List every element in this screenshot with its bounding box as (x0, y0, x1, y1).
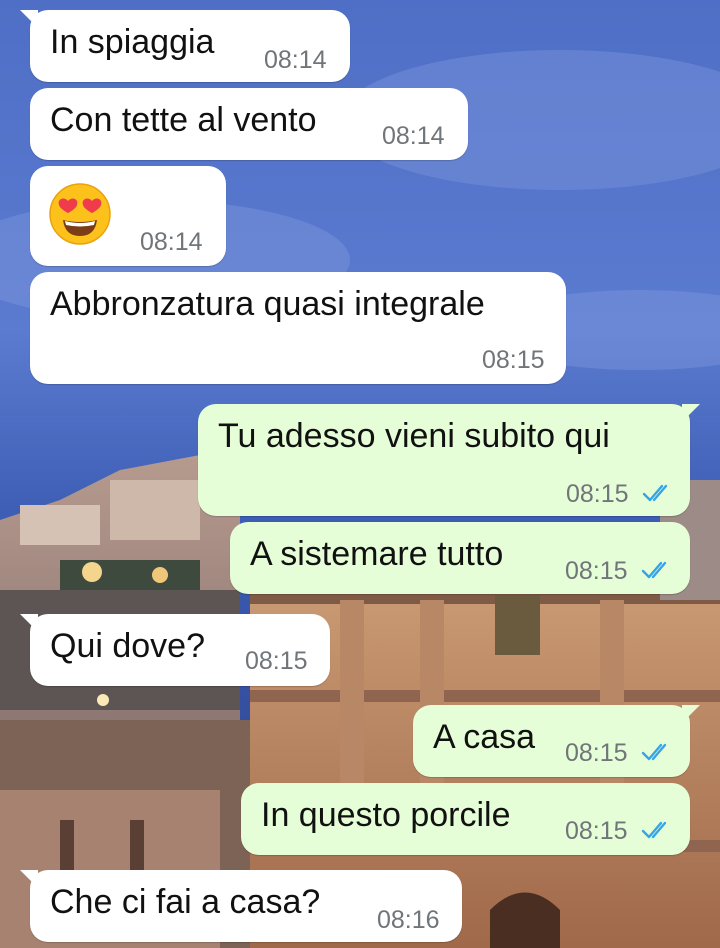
message-timestamp: 08:14 (382, 122, 445, 150)
message-text: Qui dove? (50, 627, 205, 665)
heart-eyes-emoji-icon (49, 183, 111, 245)
message-bubble-outgoing[interactable]: Tu adesso vieni subito qui 08:15 (198, 404, 700, 516)
message-text: Con tette al vento (50, 101, 317, 139)
message-text: Che ci fai a casa? (50, 883, 321, 921)
message-timestamp: 08:15 (565, 557, 628, 585)
message-timestamp: 08:14 (140, 228, 203, 256)
message-timestamp: 08:15 (482, 346, 545, 374)
bubble-tail (682, 404, 700, 422)
message-bubble-incoming[interactable]: 08:14 (30, 166, 226, 266)
message-bubble-incoming[interactable]: Abbronzatura quasi integrale 08:15 (30, 272, 566, 384)
message-timestamp: 08:15 (565, 817, 628, 845)
message-bubble-incoming[interactable]: Con tette al vento 08:14 (30, 88, 468, 160)
message-timestamp: 08:15 (245, 647, 308, 675)
message-timestamp: 08:16 (377, 906, 440, 934)
message-timestamp: 08:15 (566, 480, 629, 508)
message-text: Abbronzatura quasi integrale (50, 285, 485, 323)
message-bubble-outgoing[interactable]: A sistemare tutto 08:15 (230, 522, 690, 594)
message-bubble-outgoing[interactable]: A casa 08:15 (413, 705, 700, 777)
message-text: A sistemare tutto (250, 535, 504, 573)
message-text: In questo porcile (261, 796, 511, 834)
message-text: A casa (433, 718, 536, 756)
bubble-tail (20, 10, 38, 28)
bubble-tail (682, 705, 700, 723)
message-timestamp: 08:15 (565, 739, 628, 767)
message-timestamp: 08:14 (264, 46, 327, 74)
bubble-tail (20, 614, 38, 632)
message-bubble-incoming[interactable]: Qui dove? 08:15 (20, 614, 330, 686)
message-text: Tu adesso vieni subito qui (218, 417, 610, 455)
double-check-read-icon (641, 743, 667, 761)
message-bubble-incoming[interactable]: In spiaggia 08:14 (20, 10, 350, 82)
double-check-read-icon (641, 821, 667, 839)
message-bubble-outgoing[interactable]: In questo porcile 08:15 (241, 783, 690, 855)
message-bubble-incoming[interactable]: Che ci fai a casa? 08:16 (20, 870, 462, 942)
double-check-read-icon (642, 484, 668, 502)
double-check-read-icon (641, 561, 667, 579)
message-text: In spiaggia (50, 23, 215, 61)
bubble-tail (20, 870, 38, 888)
